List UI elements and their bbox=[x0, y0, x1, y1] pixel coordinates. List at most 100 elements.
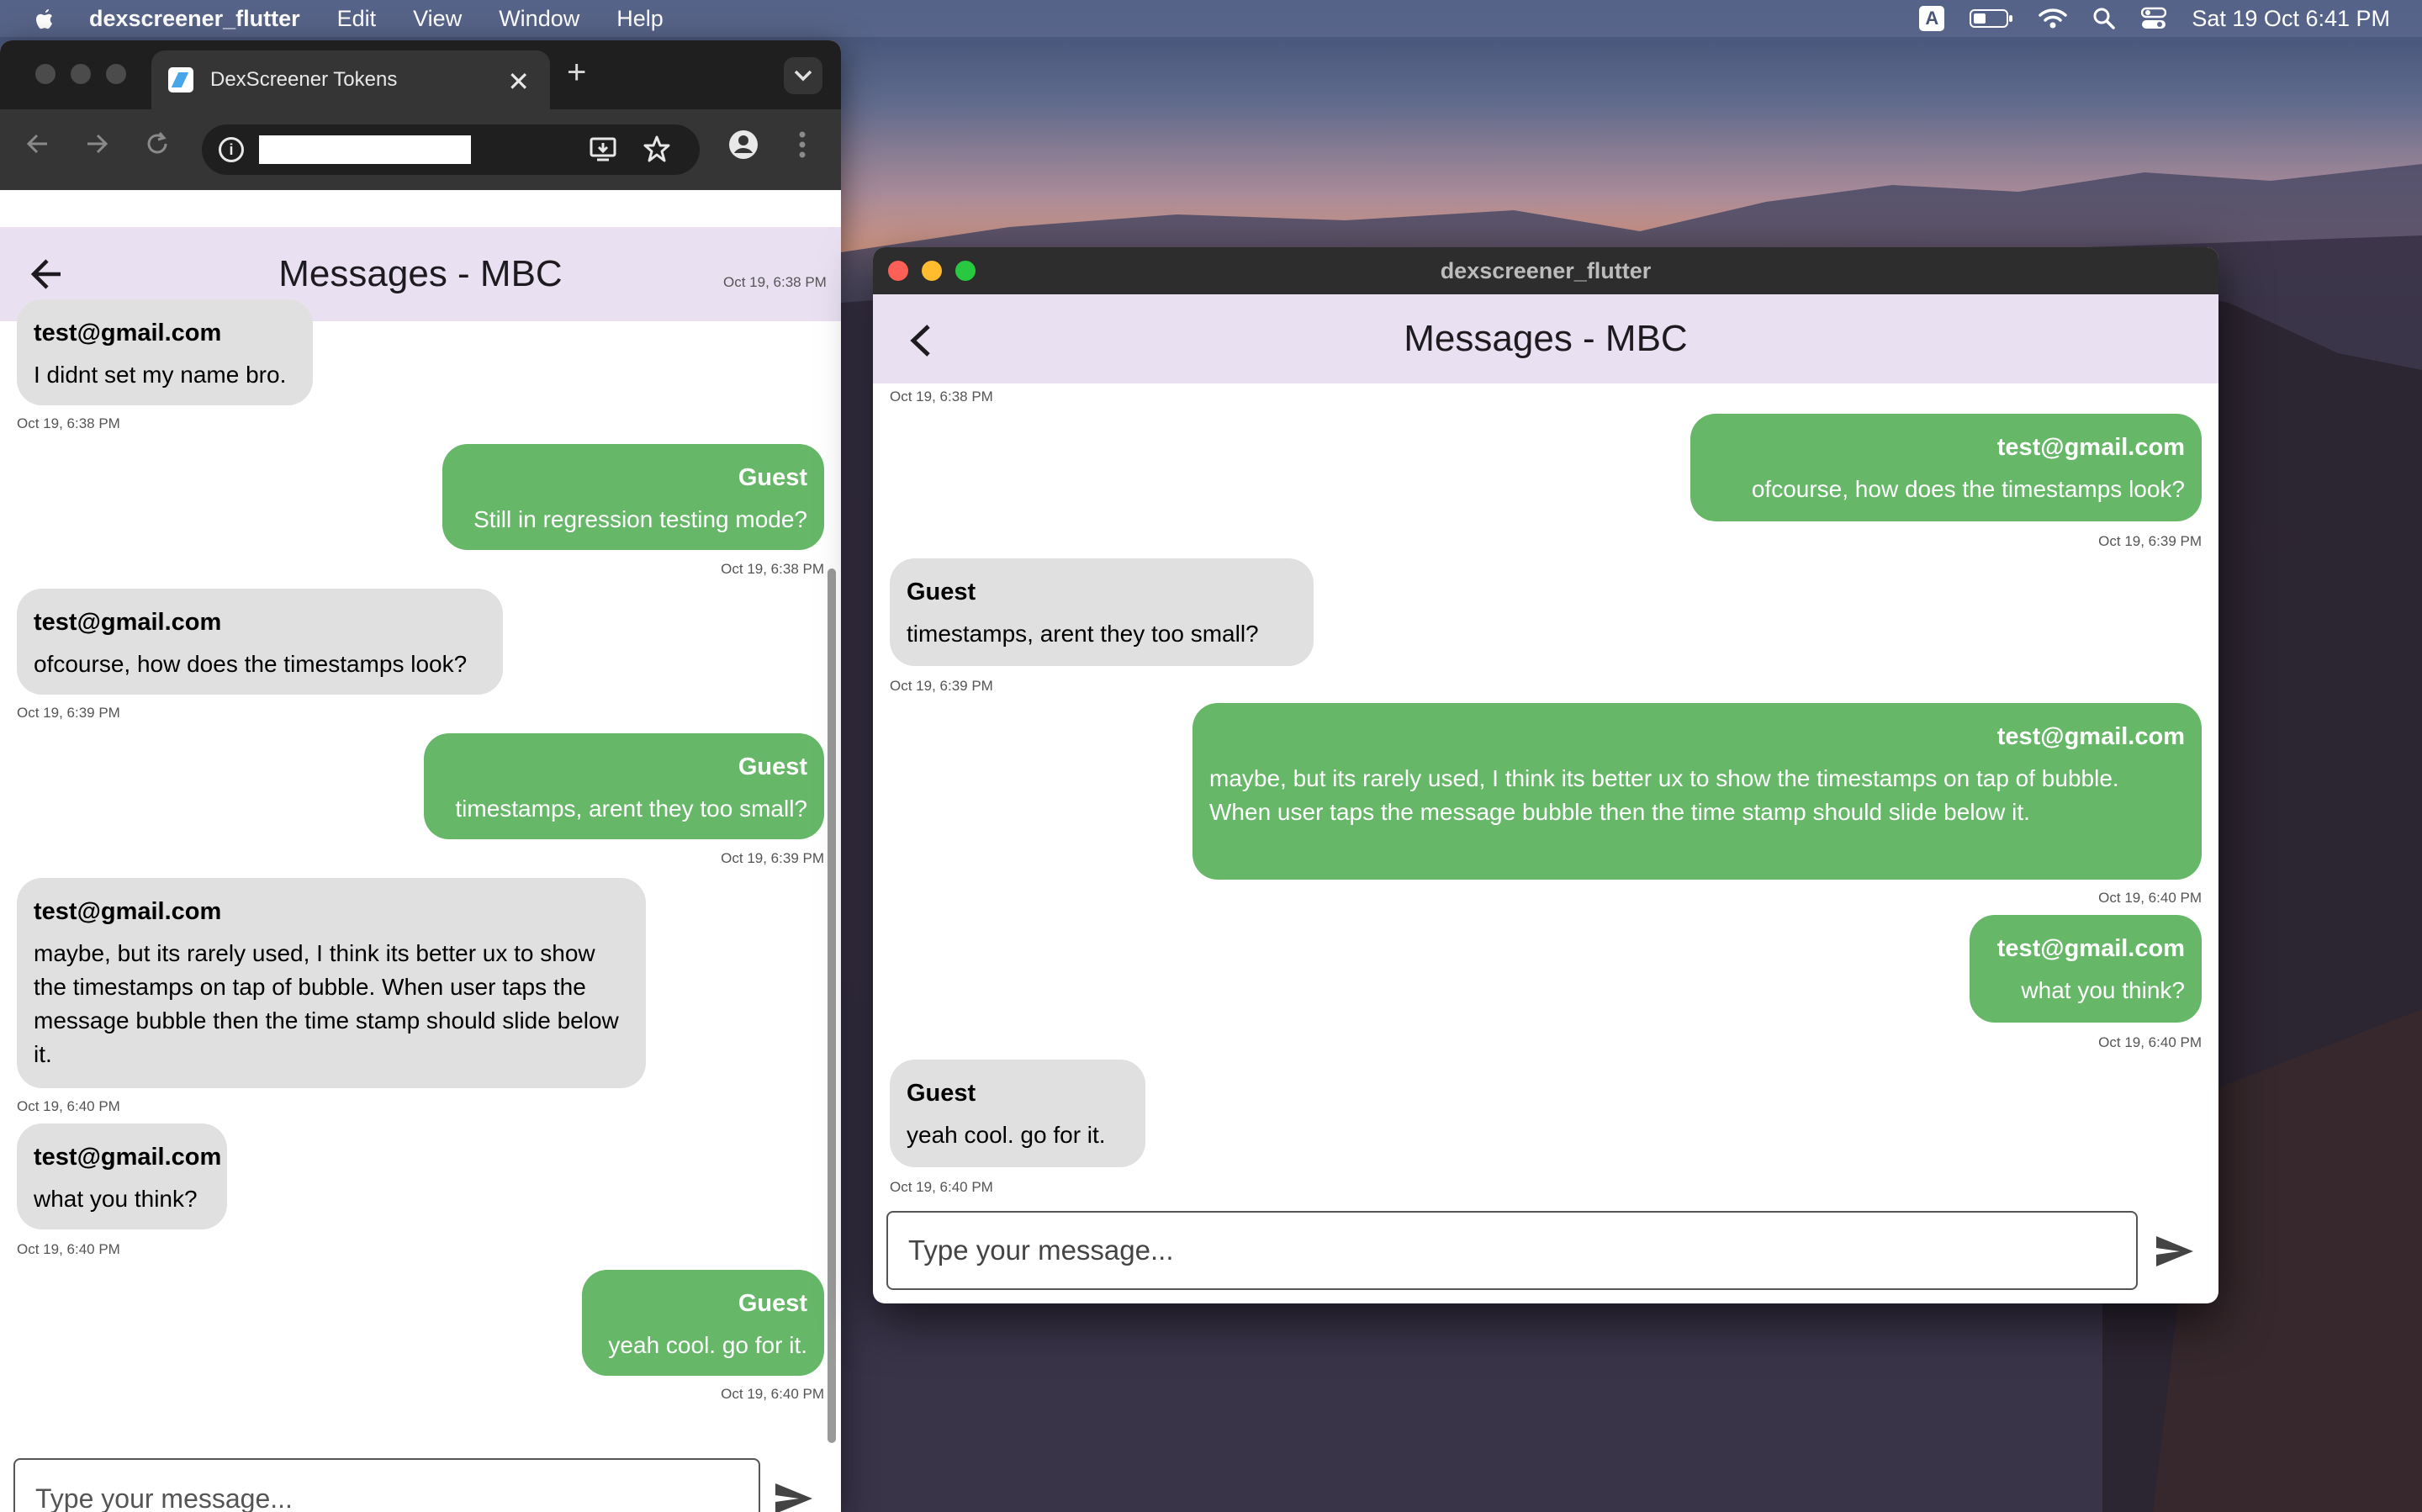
input-source-icon[interactable]: A bbox=[1919, 6, 1945, 31]
window-title: dexscreener_flutter bbox=[1440, 257, 1652, 283]
message-bubble-sent[interactable]: Guest Still in regression testing mode? bbox=[442, 444, 824, 550]
page-title: Messages - MBC bbox=[1404, 318, 1688, 359]
message-bubble-received[interactable]: test@gmail.com maybe, but its rarely use… bbox=[17, 878, 646, 1088]
message-text: maybe, but its rarely used, I think its … bbox=[1209, 765, 2119, 825]
message-bubble-received[interactable]: test@gmail.com I didnt set my name bro. bbox=[17, 299, 313, 405]
browser-window: DexScreener Tokens ✕ + i Messages - MBC … bbox=[0, 40, 841, 1512]
message-sender: Guest bbox=[738, 1290, 807, 1317]
window-controls bbox=[35, 64, 126, 84]
forward-arrow-icon[interactable] bbox=[84, 131, 109, 156]
message-sender: Guest bbox=[738, 464, 807, 491]
back-arrow-icon[interactable] bbox=[25, 131, 50, 156]
message-timestamp: Oct 19, 6:40 PM bbox=[17, 1241, 120, 1257]
minimize-window-button[interactable] bbox=[71, 64, 91, 84]
menu-clock[interactable]: Sat 19 Oct 6:41 PM bbox=[2192, 6, 2390, 32]
wifi-icon[interactable] bbox=[2039, 8, 2068, 29]
message-bubble-sent[interactable]: test@gmail.com maybe, but its rarely use… bbox=[1192, 703, 2202, 880]
message-text: what you think? bbox=[2021, 977, 2185, 1003]
message-text: I didnt set my name bro. bbox=[34, 362, 287, 388]
chevron-down-icon bbox=[794, 70, 812, 82]
message-text: yeah cool. go for it. bbox=[907, 1122, 1106, 1148]
message-timestamp: Oct 19, 6:39 PM bbox=[721, 850, 824, 866]
menu-view[interactable]: View bbox=[413, 6, 462, 32]
tab-title: DexScreener Tokens bbox=[210, 68, 398, 91]
message-text: maybe, but its rarely used, I think its … bbox=[34, 940, 619, 1067]
browser-toolbar: i bbox=[0, 109, 841, 190]
message-sender: test@gmail.com bbox=[34, 320, 222, 346]
message-bubble-sent[interactable]: Guest yeah cool. go for it. bbox=[582, 1270, 824, 1376]
address-bar[interactable]: i bbox=[202, 124, 700, 175]
browser-tab[interactable]: DexScreener Tokens ✕ bbox=[151, 50, 550, 109]
message-text: ofcourse, how does the timestamps look? bbox=[1751, 476, 2185, 502]
menu-help[interactable]: Help bbox=[616, 6, 664, 32]
flutter-favicon bbox=[168, 67, 193, 93]
chat-scrollbar[interactable] bbox=[828, 568, 836, 1443]
message-timestamp: Oct 19, 6:39 PM bbox=[17, 705, 120, 721]
message-text: timestamps, arent they too small? bbox=[455, 796, 807, 822]
message-sender: test@gmail.com bbox=[34, 609, 222, 636]
apple-icon[interactable] bbox=[32, 6, 57, 31]
install-icon[interactable] bbox=[589, 135, 617, 163]
message-bubble-received[interactable]: Guest timestamps, arent they too small? bbox=[890, 558, 1314, 666]
window-controls bbox=[888, 261, 976, 281]
profile-icon[interactable] bbox=[728, 130, 759, 160]
message-bubble-received[interactable]: test@gmail.com ofcourse, how does the ti… bbox=[17, 589, 503, 695]
star-icon[interactable] bbox=[643, 135, 671, 163]
message-timestamp: Oct 19, 6:39 PM bbox=[2098, 533, 2202, 549]
back-arrow-icon[interactable] bbox=[30, 254, 64, 294]
message-text: yeah cool. go for it. bbox=[608, 1332, 807, 1358]
message-timestamp: Oct 19, 6:40 PM bbox=[890, 1179, 993, 1195]
url-redacted[interactable] bbox=[259, 135, 471, 164]
spotlight-icon[interactable] bbox=[2092, 7, 2116, 30]
message-timestamp: Oct 19, 6:40 PM bbox=[2098, 1034, 2202, 1050]
send-icon[interactable] bbox=[2155, 1234, 2195, 1268]
message-bubble-sent[interactable]: test@gmail.com what you think? bbox=[1970, 915, 2202, 1023]
message-sender: test@gmail.com bbox=[1996, 935, 2185, 962]
message-sender: Guest bbox=[738, 753, 807, 780]
message-timestamp: Oct 19, 6:38 PM bbox=[17, 415, 120, 431]
message-sender: test@gmail.com bbox=[34, 898, 222, 925]
message-sender: Guest bbox=[907, 1080, 976, 1107]
menu-window[interactable]: Window bbox=[499, 6, 579, 32]
message-text: timestamps, arent they too small? bbox=[907, 621, 1259, 647]
zoom-window-button[interactable] bbox=[955, 261, 976, 281]
close-window-button[interactable] bbox=[35, 64, 56, 84]
message-text: what you think? bbox=[34, 1186, 198, 1212]
page-title: Messages - MBC bbox=[278, 253, 563, 294]
chevron-left-icon[interactable] bbox=[908, 323, 933, 358]
message-text: Still in regression testing mode? bbox=[473, 506, 807, 532]
message-bubble-received[interactable]: Guest yeah cool. go for it. bbox=[890, 1060, 1145, 1167]
message-sender: test@gmail.com bbox=[1996, 723, 2185, 750]
message-timestamp: Oct 19, 6:40 PM bbox=[721, 1386, 824, 1402]
send-icon[interactable] bbox=[774, 1482, 814, 1512]
control-center-icon[interactable] bbox=[2141, 7, 2167, 30]
kebab-menu-icon[interactable] bbox=[797, 130, 807, 160]
menu-app-name[interactable]: dexscreener_flutter bbox=[89, 6, 300, 32]
tab-search-button[interactable] bbox=[784, 57, 822, 94]
reload-icon[interactable] bbox=[145, 131, 170, 156]
minimize-window-button[interactable] bbox=[922, 261, 942, 281]
message-input-placeholder: Type your message... bbox=[908, 1234, 1174, 1266]
close-window-button[interactable] bbox=[888, 261, 908, 281]
message-sender: test@gmail.com bbox=[1996, 434, 2185, 461]
battery-icon[interactable] bbox=[1970, 8, 2013, 29]
message-input[interactable]: Type your message... bbox=[886, 1211, 2138, 1290]
message-timestamp: Oct 19, 6:40 PM bbox=[2098, 890, 2202, 906]
desktop-app-window: dexscreener_flutter Messages - MBC Oct 1… bbox=[873, 247, 2218, 1303]
new-tab-button[interactable]: + bbox=[567, 54, 586, 92]
message-bubble-sent[interactable]: Guest timestamps, arent they too small? bbox=[424, 733, 824, 839]
zoom-window-button[interactable] bbox=[106, 64, 126, 84]
message-text: ofcourse, how does the timestamps look? bbox=[34, 651, 468, 677]
message-bubble-sent[interactable]: test@gmail.com ofcourse, how does the ti… bbox=[1690, 414, 2202, 521]
message-timestamp: Oct 19, 6:38 PM bbox=[723, 274, 827, 290]
window-title-bar: dexscreener_flutter bbox=[873, 247, 2218, 294]
message-input[interactable]: Type your message... bbox=[13, 1458, 760, 1512]
menu-bar: dexscreener_flutter Edit View Window Hel… bbox=[0, 0, 2422, 37]
message-timestamp: Oct 19, 6:38 PM bbox=[721, 561, 824, 577]
message-bubble-received[interactable]: test@gmail.com what you think? bbox=[17, 1123, 227, 1229]
tab-strip: DexScreener Tokens ✕ + bbox=[0, 40, 841, 109]
close-tab-icon[interactable]: ✕ bbox=[507, 66, 530, 98]
info-icon[interactable]: i bbox=[219, 137, 244, 162]
menu-edit[interactable]: Edit bbox=[337, 6, 377, 32]
chat-app-bar: Messages - MBC bbox=[873, 294, 2218, 383]
